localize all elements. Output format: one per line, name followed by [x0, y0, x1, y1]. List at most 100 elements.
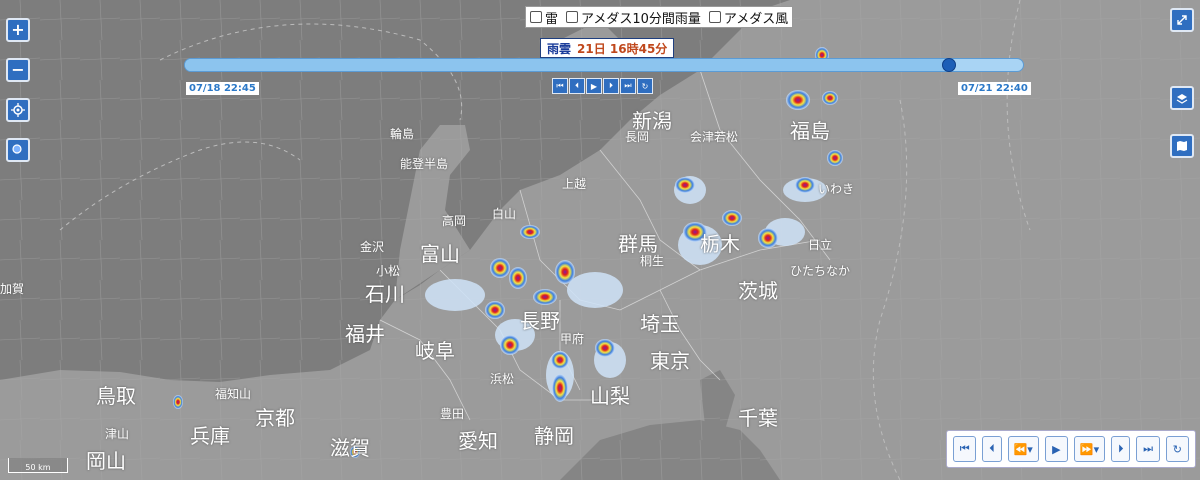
first-icon: ⏮	[959, 442, 970, 455]
label-gifu: 岐阜	[415, 339, 455, 363]
zoom-out-button[interactable]: −	[6, 58, 30, 82]
label-hyogo: 兵庫	[190, 424, 230, 448]
label-hitachi: 日立	[808, 238, 833, 252]
label-kofu: 甲府	[560, 332, 585, 346]
label-nagaoka: 長岡	[625, 130, 650, 144]
label-aichi: 愛知	[458, 429, 498, 453]
map-button[interactable]	[1170, 134, 1194, 158]
playback-panel: ⏮ ⏴ ⏪▾ ▶ ⏩▾ ⏵ ⏭ ↻	[946, 430, 1196, 468]
map-icon	[1177, 141, 1187, 151]
label-iwaki: いわき	[818, 182, 855, 196]
label-saitama: 埼玉	[640, 312, 680, 336]
label-noto: 能登半島	[400, 157, 449, 171]
next-button[interactable]: ⏵	[1111, 436, 1131, 462]
time-display: 雨雲 21日 16時45分	[540, 38, 675, 58]
layer-toggle-bar: 雷 アメダス10分間雨量 アメダス風	[525, 6, 794, 28]
amedas-wind-checkbox[interactable]	[708, 11, 721, 23]
first-icon: ⏮	[556, 81, 564, 90]
timeline-end: 07/21 22:40	[958, 82, 1031, 95]
label-okayama: 岡山	[86, 449, 126, 473]
label-kanazawa: 金沢	[360, 240, 385, 254]
timeline-start: 07/18 22:45	[186, 82, 259, 95]
rewind-icon: ⏪▾	[1013, 442, 1033, 456]
reset-icon: ↻	[1172, 442, 1182, 456]
label-chiba: 千葉	[738, 406, 778, 430]
last-button[interactable]: ⏭	[1136, 436, 1160, 462]
rewind-button[interactable]: ⏪▾	[1007, 436, 1039, 462]
layer-amedas-wind[interactable]: アメダス風	[708, 8, 789, 27]
play-icon: ▶	[590, 81, 598, 91]
time-value: 21日 16時45分	[577, 41, 668, 56]
scale-bar: 50 km	[8, 458, 68, 473]
label-toyama: 富山	[420, 242, 460, 266]
mini-first-button[interactable]: ⏮	[552, 78, 568, 94]
layers-icon	[1176, 94, 1188, 104]
fast-forward-icon: ⏩▾	[1079, 442, 1100, 456]
prev-icon: ⏴	[575, 81, 579, 90]
fast-forward-button[interactable]: ⏩▾	[1073, 436, 1105, 462]
last-icon: ⏭	[624, 81, 632, 90]
label-hyogo-west: 加賀	[0, 282, 25, 296]
label-yamanashi: 山梨	[590, 384, 630, 408]
label-fukushima: 福島	[790, 119, 830, 143]
label-tochigi: 栃木	[700, 232, 740, 256]
mini-next-button[interactable]: ⏵	[603, 78, 619, 94]
label-kiryu: 桐生	[640, 254, 665, 268]
amedas-wind-label: アメダス風	[723, 11, 789, 27]
label-kyoto: 京都	[255, 406, 295, 430]
play-button[interactable]: ▶	[1044, 436, 1068, 462]
collapse-button[interactable]	[1170, 8, 1194, 32]
label-ibaraki: 茨城	[738, 279, 778, 303]
mini-reset-button[interactable]: ↻	[637, 78, 653, 94]
next-icon: ⏵	[609, 81, 613, 90]
label-tsuyama: 津山	[105, 427, 130, 441]
timeline-slider[interactable]	[184, 58, 1024, 72]
mini-prev-button[interactable]: ⏴	[569, 78, 585, 94]
label-shiga: 滋賀	[330, 436, 370, 460]
locate-icon	[11, 103, 25, 117]
layer-thunder[interactable]: 雷	[530, 8, 558, 27]
layer-amedas-rain[interactable]: アメダス10分間雨量	[566, 8, 701, 27]
mini-play-button[interactable]: ▶	[586, 78, 602, 94]
label-takaoka: 高岡	[442, 214, 467, 228]
label-hamamatsu: 浜松	[490, 372, 515, 386]
timeline-fill	[185, 59, 948, 71]
search-icon	[12, 144, 22, 154]
search-button[interactable]	[6, 138, 30, 162]
next-icon: ⏵	[1117, 442, 1124, 455]
play-icon: ▶	[1052, 442, 1061, 456]
mini-last-button[interactable]: ⏭	[620, 78, 636, 94]
label-fukui: 福井	[345, 322, 385, 346]
minus-icon: −	[11, 60, 25, 79]
label-nagano: 長野	[520, 309, 560, 333]
label-ishikawa: 石川	[365, 282, 405, 306]
thunder-label: 雷	[545, 11, 559, 27]
collapse-icon	[1177, 15, 1187, 25]
locate-button[interactable]	[6, 98, 30, 122]
label-tottori: 鳥取	[96, 384, 136, 408]
mini-playback: ⏮ ⏴ ▶ ⏵ ⏭ ↻	[552, 78, 653, 94]
first-button[interactable]: ⏮	[953, 436, 977, 462]
label-toyota: 豊田	[440, 407, 465, 421]
prev-icon: ⏴	[989, 442, 995, 455]
prev-button[interactable]: ⏴	[982, 436, 1002, 462]
label-tokyo: 東京	[650, 349, 690, 373]
plus-icon: +	[11, 20, 25, 39]
label-aizu: 会津若松	[690, 130, 739, 144]
last-icon: ⏭	[1143, 442, 1153, 455]
time-layer-label: 雨雲	[547, 41, 572, 56]
amedas-rain-label: アメダス10分間雨量	[581, 11, 701, 27]
layers-button[interactable]	[1170, 86, 1194, 110]
label-komatsu: 小松	[376, 264, 401, 278]
amedas-rain-checkbox[interactable]	[566, 11, 579, 23]
reset-button[interactable]: ↻	[1165, 436, 1189, 462]
reset-icon: ↻	[641, 81, 649, 91]
label-joetsu: 上越	[562, 177, 587, 191]
label-hakusan: 白山	[492, 207, 517, 221]
label-shizuoka: 静岡	[534, 424, 574, 448]
timeline-handle[interactable]	[941, 58, 956, 72]
label-wajima: 輪島	[390, 127, 415, 141]
zoom-in-button[interactable]: +	[6, 18, 30, 42]
thunder-checkbox[interactable]	[530, 11, 542, 23]
label-fukuchiyama: 福知山	[215, 387, 252, 401]
